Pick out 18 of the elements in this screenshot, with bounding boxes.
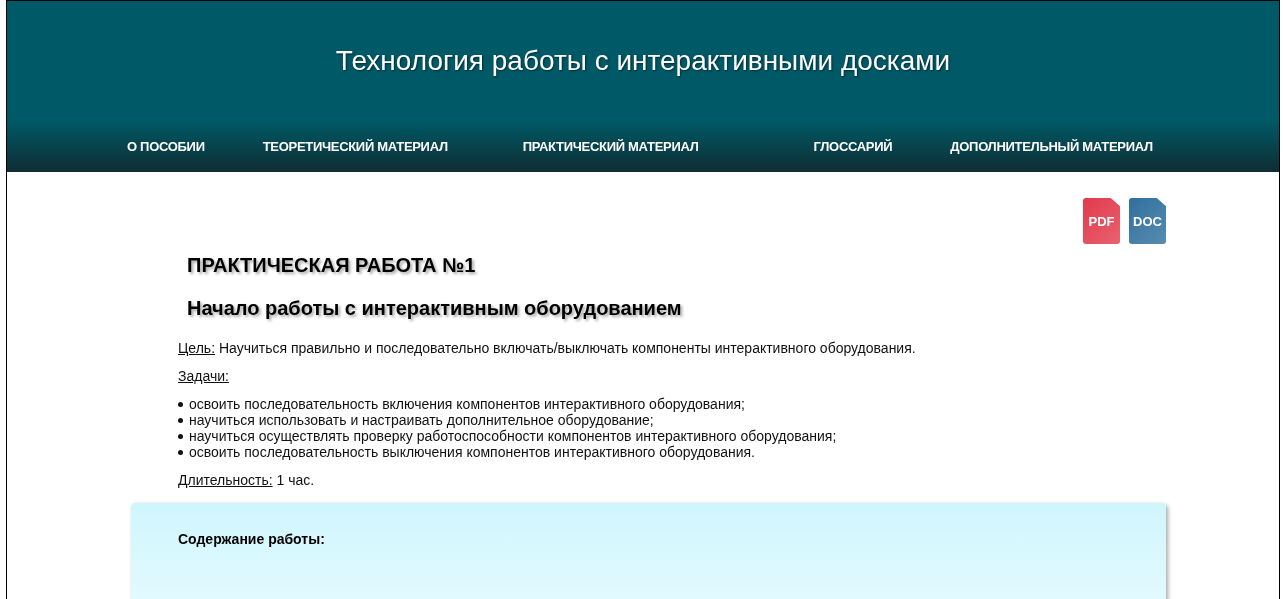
nav-link[interactable]: ДОПОЛНИТЕЛЬНЫЙ МАТЕРИАЛ bbox=[950, 139, 1153, 154]
page-heading: ПРАКТИЧЕСКАЯ РАБОТА №1 bbox=[187, 254, 477, 277]
nav-link[interactable]: ГЛОССАРИЙ bbox=[813, 139, 893, 154]
panel-title: Содержание работы: bbox=[178, 531, 326, 547]
page-subheading: Начало работы с интерактивным оборудованием bbox=[187, 297, 683, 320]
task-item: освоить последовательность выключения компонентов интерактивного оборудования. bbox=[178, 444, 1279, 460]
tasks-label: Задачи: bbox=[178, 368, 230, 384]
nav-link[interactable]: ПРАКТИЧЕСКИЙ МАТЕРИАЛ bbox=[522, 139, 699, 154]
file-download-icon[interactable]: PDF bbox=[1083, 198, 1120, 244]
site-title: Технология работы с интерактивными досками bbox=[334, 44, 952, 78]
nav-link[interactable]: ТЕОРЕТИЧЕСКИЙ МАТЕРИАЛ bbox=[262, 139, 448, 154]
nav-link[interactable]: О ПОСОБИИ bbox=[127, 139, 205, 154]
file-download-icon[interactable]: DOC bbox=[1129, 198, 1166, 244]
task-item: научиться использовать и настраивать дополнительное оборудование; bbox=[178, 412, 1279, 428]
task-item: научиться осуществлять проверку работоспособности компонентов интерактивного оборудования; bbox=[178, 428, 1279, 444]
goal-text: Цель: Научиться правильно и последовательно включать/выключать компоненты интерактивного оборудования. bbox=[178, 340, 917, 356]
task-item: освоить последовательность включения компонентов интерактивного оборудования; bbox=[178, 396, 1279, 412]
duration-text: Длительность: 1 час. bbox=[178, 472, 316, 488]
